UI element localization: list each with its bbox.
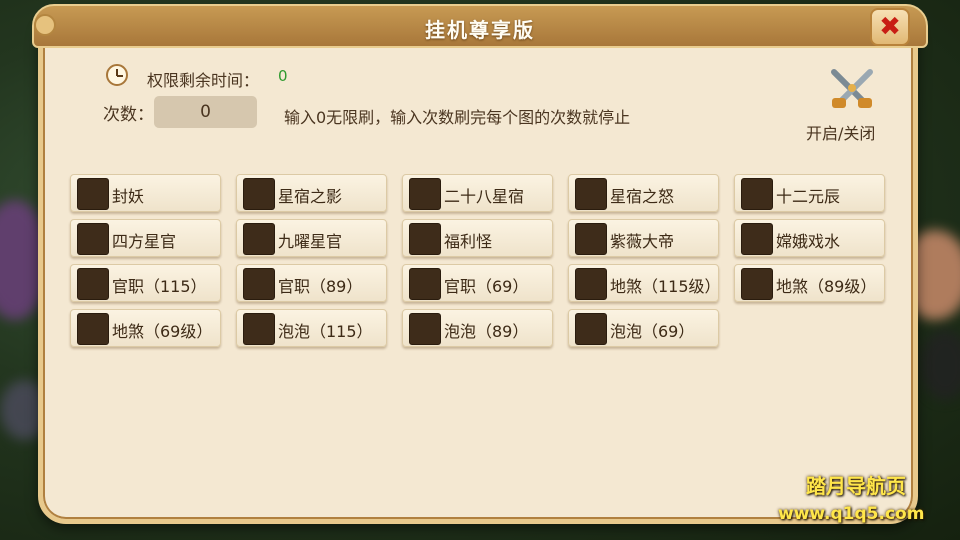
toggle-button[interactable]: 开启/关闭 (800, 68, 896, 144)
option-item[interactable]: 福利怪 (402, 219, 553, 257)
background-scene (920, 330, 960, 400)
option-checkbox[interactable] (243, 268, 275, 300)
option-checkbox[interactable] (409, 223, 441, 255)
option-label: 紫薇大帝 (610, 232, 675, 251)
close-icon: ✖ (879, 12, 901, 42)
option-label: 封妖 (112, 187, 145, 206)
option-checkbox[interactable] (409, 313, 441, 345)
option-item[interactable]: 十二元辰 (734, 174, 885, 212)
option-item[interactable]: 官职（69） (402, 264, 553, 302)
option-item[interactable]: 泡泡（89） (402, 309, 553, 347)
option-checkbox[interactable] (575, 268, 607, 300)
option-label: 官职（69） (444, 277, 529, 296)
option-checkbox[interactable] (243, 223, 275, 255)
option-label: 嫦娥戏水 (776, 232, 841, 251)
watermark-title: 踏月导航页 (806, 474, 906, 498)
option-label: 地煞（69级） (112, 322, 213, 341)
option-label: 二十八星宿 (444, 187, 525, 206)
crossed-swords-icon (831, 69, 873, 108)
option-label: 四方星官 (112, 232, 177, 251)
option-label: 九曜星官 (278, 232, 343, 251)
option-label: 星宿之影 (278, 187, 343, 206)
option-checkbox[interactable] (243, 178, 275, 210)
option-checkbox[interactable] (741, 178, 773, 210)
option-item[interactable]: 封妖 (70, 174, 221, 212)
permission-value: 0 (278, 67, 288, 85)
option-label: 星宿之怒 (610, 187, 675, 206)
option-checkbox[interactable] (77, 223, 109, 255)
option-checkbox[interactable] (575, 178, 607, 210)
option-item[interactable]: 嫦娥戏水 (734, 219, 885, 257)
watermark-url: www.q1q5.com (778, 504, 925, 524)
option-label: 泡泡（115） (278, 322, 373, 341)
option-label: 福利怪 (444, 232, 493, 251)
permission-label: 权限剩余时间： (147, 71, 260, 90)
option-label: 官职（115） (112, 277, 207, 296)
option-item[interactable]: 星宿之怒 (568, 174, 719, 212)
option-label: 地煞（115级） (610, 277, 719, 296)
option-checkbox[interactable] (575, 313, 607, 345)
option-checkbox[interactable] (409, 268, 441, 300)
option-item[interactable]: 九曜星官 (236, 219, 387, 257)
option-item[interactable]: 地煞（115级） (568, 264, 719, 302)
option-checkbox[interactable] (77, 268, 109, 300)
option-label: 地煞（89级） (776, 277, 877, 296)
option-item[interactable]: 地煞（89级） (734, 264, 885, 302)
option-label: 十二元辰 (776, 187, 841, 206)
count-input[interactable] (154, 96, 257, 128)
option-item[interactable]: 星宿之影 (236, 174, 387, 212)
option-checkbox[interactable] (741, 268, 773, 300)
option-item[interactable]: 二十八星宿 (402, 174, 553, 212)
option-item[interactable]: 泡泡（115） (236, 309, 387, 347)
option-checkbox[interactable] (741, 223, 773, 255)
option-item[interactable]: 四方星官 (70, 219, 221, 257)
option-checkbox[interactable] (243, 313, 275, 345)
count-hint: 输入0无限刷，输入次数刷完每个图的次数就停止 (284, 108, 631, 127)
option-label: 官职（89） (278, 277, 363, 296)
option-checkbox[interactable] (575, 223, 607, 255)
count-label: 次数： (103, 105, 154, 125)
dialog-title: 挂机尊享版 (425, 18, 535, 42)
option-item[interactable]: 紫薇大帝 (568, 219, 719, 257)
option-checkbox[interactable] (77, 178, 109, 210)
option-checkbox[interactable] (409, 178, 441, 210)
option-label: 泡泡（89） (444, 322, 529, 341)
option-checkbox[interactable] (77, 313, 109, 345)
option-item[interactable]: 地煞（69级） (70, 309, 221, 347)
clock-icon (106, 64, 128, 86)
close-button[interactable]: ✖ (870, 8, 910, 46)
option-item[interactable]: 官职（115） (70, 264, 221, 302)
option-label: 泡泡（69） (610, 322, 695, 341)
toggle-label: 开启/关闭 (806, 124, 876, 143)
option-item[interactable]: 泡泡（69） (568, 309, 719, 347)
option-item[interactable]: 官职（89） (236, 264, 387, 302)
